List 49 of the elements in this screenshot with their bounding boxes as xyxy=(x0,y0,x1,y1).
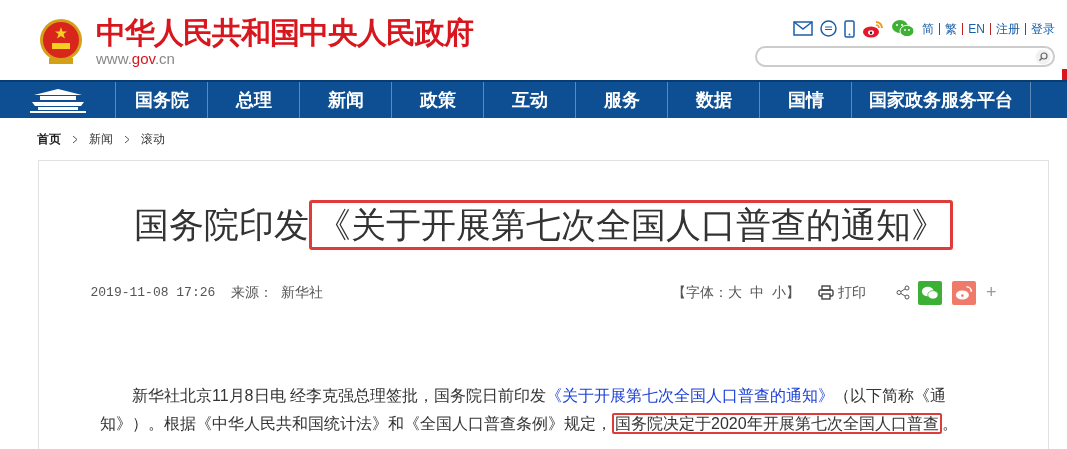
nav-item[interactable]: 服务 xyxy=(576,82,668,118)
nav-item[interactable]: 国情 xyxy=(760,82,852,118)
font-size-label: 】 xyxy=(786,283,800,302)
top-link[interactable]: 繁 xyxy=(945,19,958,38)
weibo-share-button[interactable] xyxy=(952,280,976,305)
highlighted-text: 国务院决定于2020年开展第七次全国人口普查 xyxy=(612,413,942,434)
nav-item[interactable]: 数据 xyxy=(668,82,760,118)
nav-item[interactable]: 政策 xyxy=(392,82,484,118)
font-size-link[interactable]: 大 xyxy=(728,282,742,303)
nav-item[interactable]: 总理 xyxy=(208,82,300,118)
breadcrumb-link[interactable]: 新闻 xyxy=(89,130,113,148)
publish-date: 2019-11-08 17:26 xyxy=(90,283,216,302)
site-title: 中华人民共和国中央人民政府 xyxy=(96,16,473,50)
breadcrumb-link[interactable]: 首页 xyxy=(37,130,61,148)
printer-icon[interactable] xyxy=(818,285,834,300)
nav-item[interactable]: 国家政务服务平台 xyxy=(852,82,1031,118)
chevron-icon xyxy=(72,134,78,144)
print-link[interactable]: 打印 xyxy=(838,282,866,303)
nav-item[interactable]: 互动 xyxy=(484,82,576,118)
top-link[interactable]: 简 xyxy=(922,19,935,38)
wechat-icon[interactable] xyxy=(891,19,916,38)
weibo-icon[interactable] xyxy=(862,19,885,38)
top-link[interactable]: 登录 xyxy=(1031,19,1055,38)
chevron-icon xyxy=(124,134,130,144)
nav-item[interactable]: 国务院 xyxy=(116,82,208,118)
article-paragraph: 新华社北京11月8日电 经李克强总理签批，国务院日前印发《关于开展第七次全国人口普查的通知》（以下简称《通知》）。根据《中华人民共和国统计法》和《全国人口普查条例》规定， 国务院决定于2020年开展第七次全国人口普查 。 xyxy=(100,386,959,436)
building-icon[interactable] xyxy=(27,87,88,113)
source-name: 新华社 xyxy=(281,283,324,302)
top-link[interactable]: 注册 xyxy=(996,19,1020,38)
font-size-label: 【字体： xyxy=(672,283,728,302)
wechat-share-button[interactable] xyxy=(918,280,942,305)
breadcrumb-link[interactable]: 滚动 xyxy=(141,130,165,148)
weibo-icon xyxy=(955,285,973,300)
search-field[interactable] xyxy=(755,46,1055,67)
source-label: 来源： xyxy=(231,283,274,302)
article-title: 国务院印发 《关于开展第七次全国人口普查的通知》 xyxy=(134,201,953,249)
phone-icon[interactable] xyxy=(844,19,856,38)
share-icon[interactable] xyxy=(896,285,910,300)
site-url: www.gov.cn xyxy=(96,50,176,68)
emblem-icon xyxy=(38,18,84,66)
chat-icon[interactable] xyxy=(820,20,838,37)
font-size-link[interactable]: 小 xyxy=(772,282,786,303)
nav-item[interactable]: 新闻 xyxy=(300,82,392,118)
search-icon[interactable] xyxy=(1035,48,1051,65)
font-size-link[interactable]: 中 xyxy=(750,282,764,303)
top-link[interactable]: EN xyxy=(968,19,985,38)
article-link[interactable]: 《关于开展第七次全国人口普查的通知》 xyxy=(545,387,834,404)
mail-icon[interactable] xyxy=(793,21,814,36)
wechat-icon xyxy=(921,285,939,300)
